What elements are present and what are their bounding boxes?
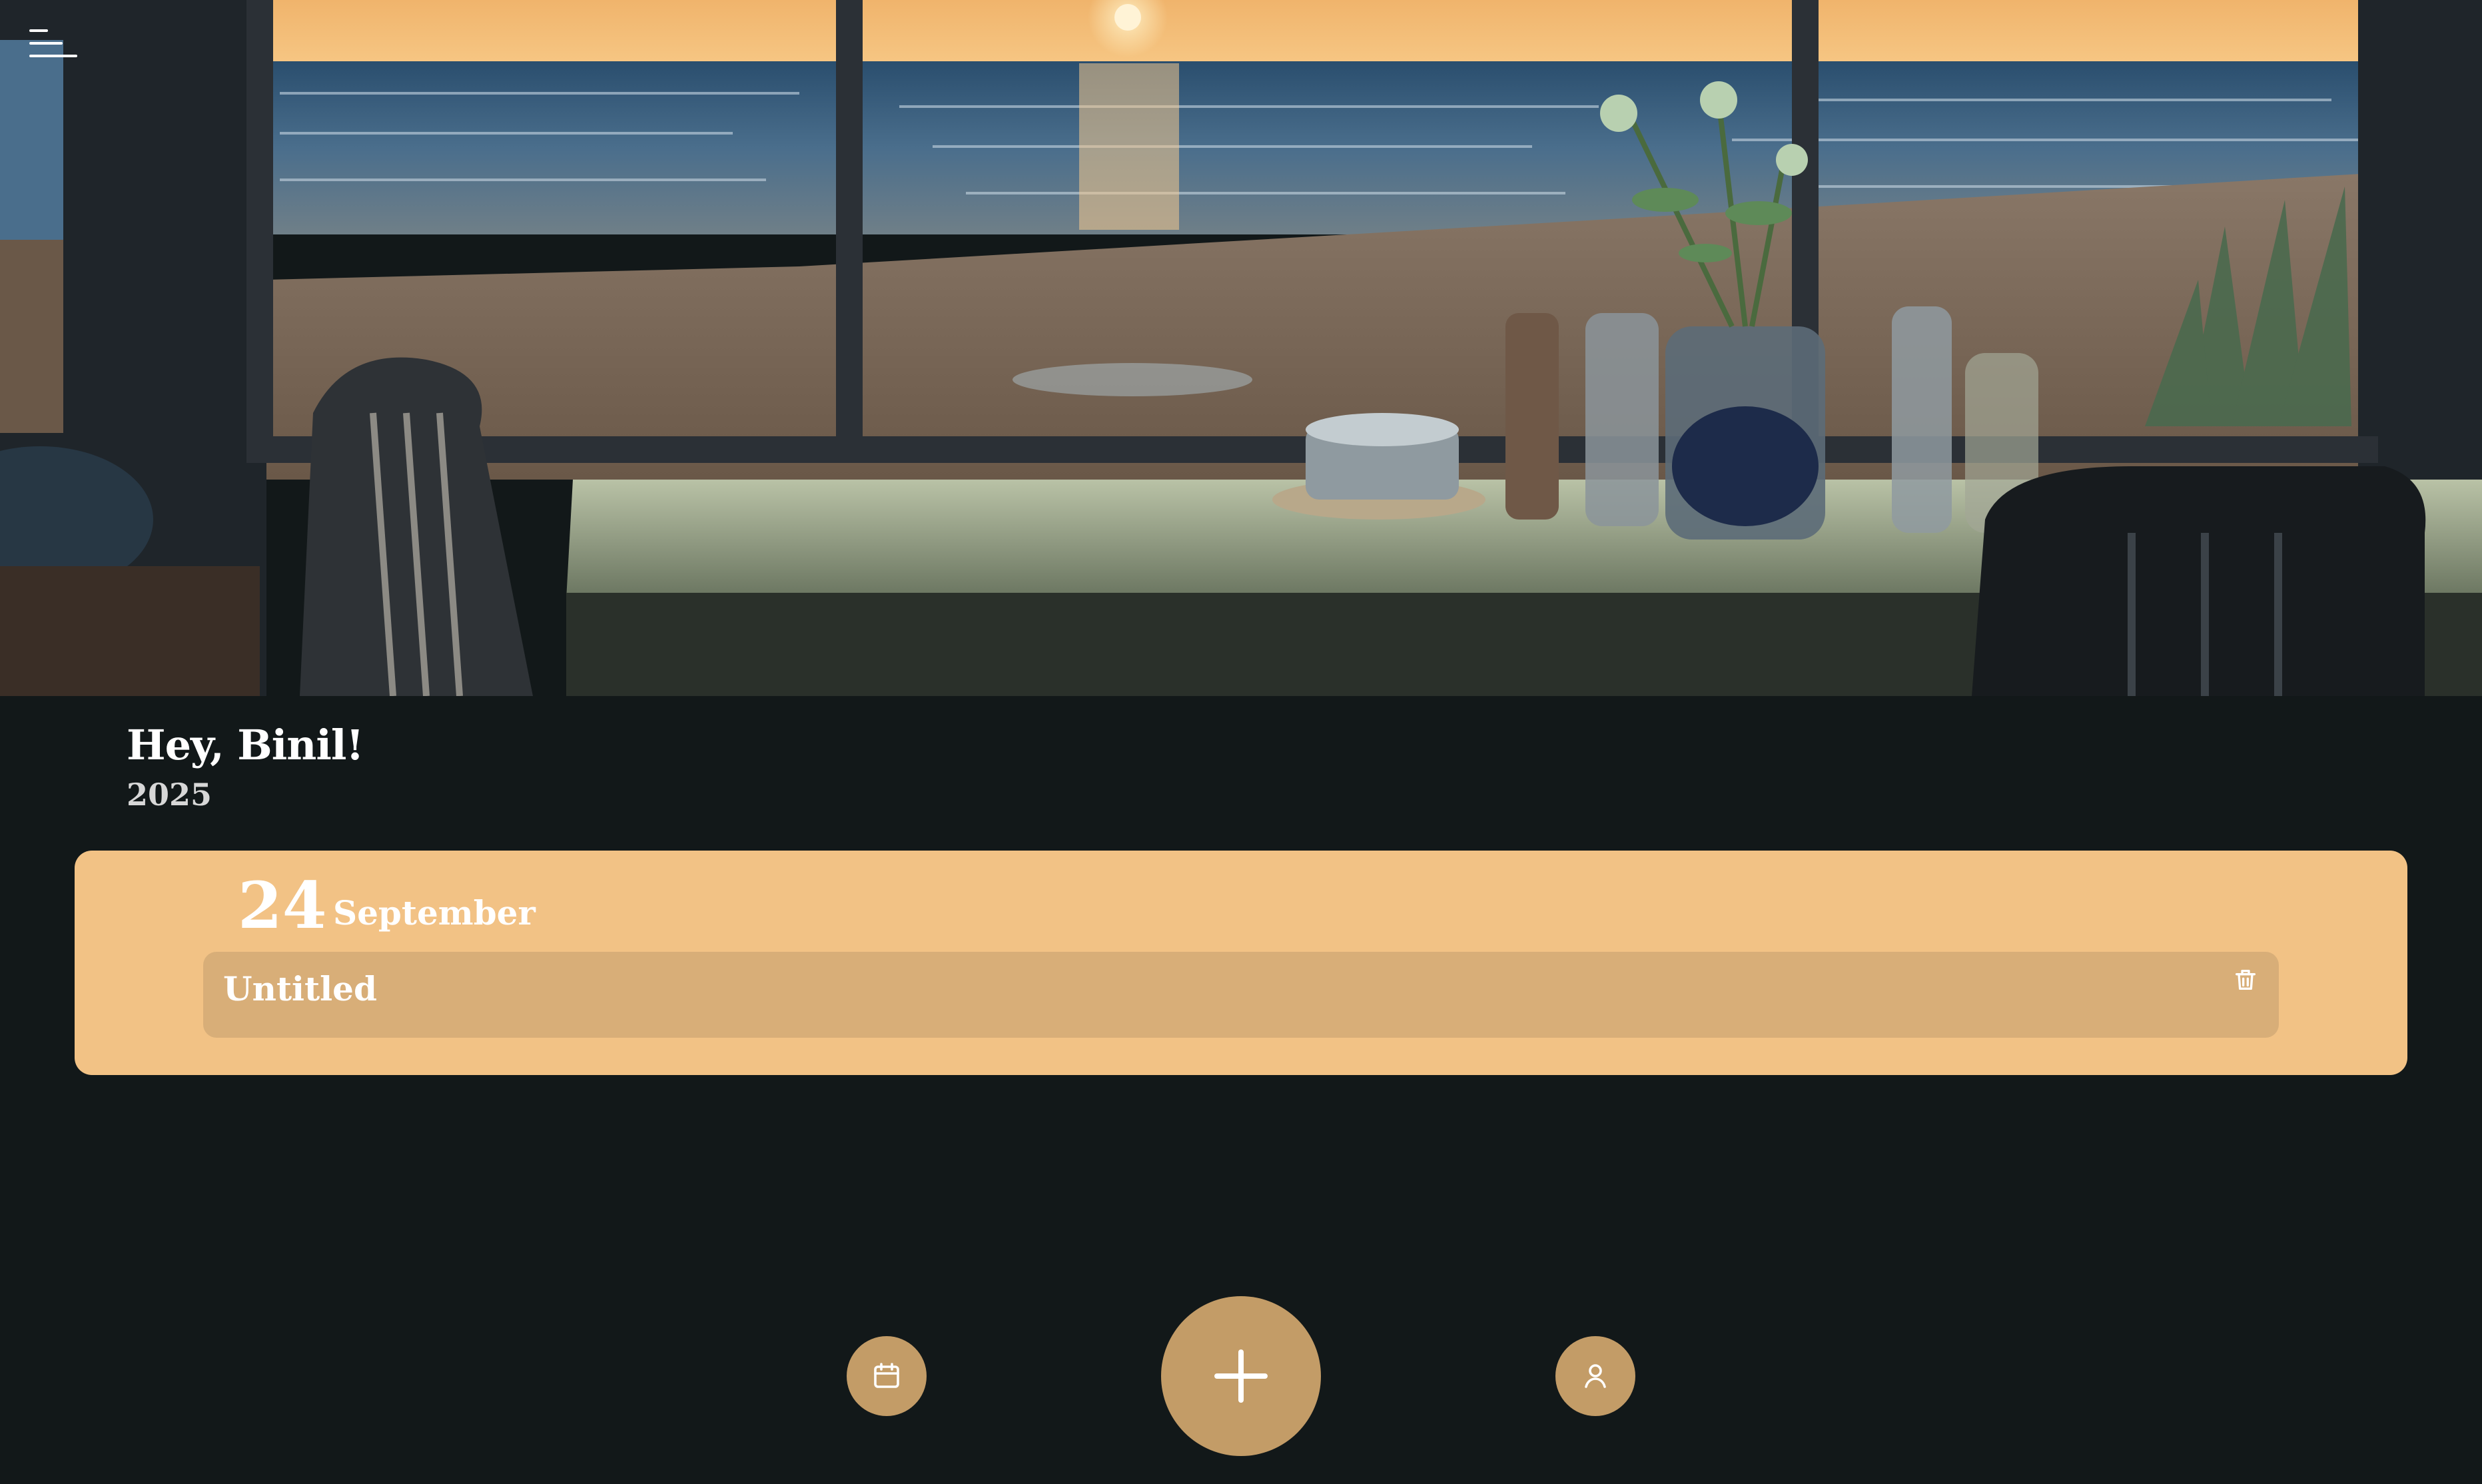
user-icon bbox=[1585, 1364, 1606, 1388]
menu-line bbox=[29, 55, 77, 57]
plus-icon bbox=[1214, 1349, 1268, 1403]
beach-window-scene bbox=[0, 0, 2482, 696]
menu-line bbox=[29, 29, 48, 32]
add-entry-button[interactable] bbox=[1161, 1296, 1321, 1456]
delete-icon[interactable] bbox=[2232, 966, 2259, 993]
calendar-button[interactable] bbox=[847, 1336, 927, 1416]
greeting-title: Hey, Binil! bbox=[127, 721, 364, 769]
hero-illustration bbox=[0, 0, 2482, 696]
menu-line bbox=[29, 42, 63, 45]
journal-entry[interactable]: Untitled bbox=[203, 952, 2279, 1038]
calendar-icon bbox=[874, 1363, 899, 1388]
day-card: 24 September Untitled bbox=[75, 851, 2407, 1075]
profile-button[interactable] bbox=[1555, 1336, 1635, 1416]
entry-title: Untitled bbox=[223, 969, 377, 1008]
year-label: 2025 bbox=[127, 777, 212, 813]
day-number: 24 bbox=[238, 868, 327, 943]
day-month: September bbox=[333, 893, 536, 932]
menu-button[interactable] bbox=[20, 20, 87, 67]
